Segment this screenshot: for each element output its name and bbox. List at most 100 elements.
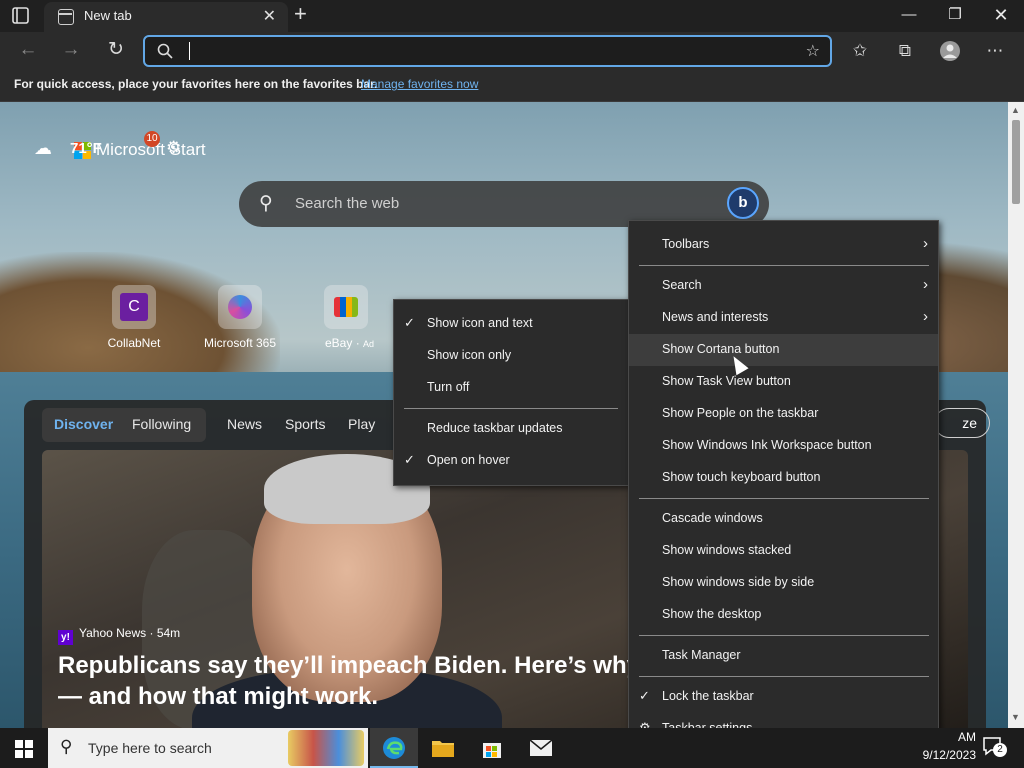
- tab-news[interactable]: News: [227, 416, 262, 432]
- forward-icon[interactable]: →: [59, 39, 83, 63]
- menu-item-label: Show icon only: [427, 348, 512, 362]
- checkmark-icon: ✓: [639, 688, 650, 703]
- quicklink-label: eBay · Ad: [325, 336, 375, 350]
- ad-label: Ad: [363, 339, 375, 349]
- menu-item-show-touch-keyboard[interactable]: Show touch keyboard button: [629, 462, 938, 494]
- menu-item-label: Cascade windows: [662, 511, 763, 525]
- tab-actions-icon[interactable]: [10, 6, 32, 26]
- menu-item-label: Show windows stacked: [662, 543, 792, 557]
- article-source: y! Yahoo News · 54m: [58, 626, 180, 645]
- taskbar-context-menu: Toolbars › Search › News and interests ›…: [628, 220, 939, 753]
- article-headline[interactable]: Republicans say they’ll impeach Biden. H…: [58, 650, 658, 712]
- clock-time: AM: [958, 730, 976, 744]
- menu-item-label: Search: [662, 278, 702, 292]
- menu-item-label: Show touch keyboard button: [662, 470, 821, 484]
- news-interests-submenu: ✓ Show icon and text Show icon only Turn…: [393, 299, 629, 486]
- weather-icon[interactable]: ☁: [34, 138, 64, 160]
- close-window-button[interactable]: ✕: [978, 0, 1024, 32]
- address-input[interactable]: [185, 41, 785, 61]
- tab-following[interactable]: Following: [132, 416, 191, 432]
- bing-chat-icon[interactable]: b: [727, 187, 759, 219]
- menu-item-toolbars[interactable]: Toolbars ›: [629, 229, 938, 261]
- notification-count-badge: 2: [993, 743, 1007, 757]
- windows-taskbar: ⚲ Type here to search AM 9/12/2023 2: [0, 728, 1024, 768]
- menu-item-show-windows-side-by-side[interactable]: Show windows side by side: [629, 567, 938, 599]
- menu-item-turn-off[interactable]: Turn off: [394, 372, 628, 404]
- article-source-text: Yahoo News · 54m: [79, 626, 181, 640]
- quicklink-collabnet[interactable]: C: [112, 285, 156, 329]
- tab-discover[interactable]: Discover: [54, 416, 113, 432]
- system-clock[interactable]: AM 9/12/2023: [912, 730, 976, 762]
- settings-gear-icon[interactable]: ⚙: [166, 138, 181, 158]
- menu-item-label: Turn off: [427, 380, 470, 394]
- search-icon: ⚲: [60, 737, 73, 756]
- manage-favorites-link[interactable]: Manage favorites now: [361, 77, 478, 91]
- taskbar-store[interactable]: [468, 728, 516, 768]
- refresh-icon[interactable]: ↻: [104, 39, 128, 63]
- profile-icon[interactable]: [938, 40, 962, 62]
- back-icon[interactable]: ←: [16, 39, 40, 63]
- notification-center-icon[interactable]: 2: [982, 736, 1007, 758]
- start-button[interactable]: [0, 728, 48, 768]
- menu-item-lock-the-taskbar[interactable]: ✓ Lock the taskbar: [629, 681, 938, 713]
- quicklink-label: Microsoft 365: [203, 336, 277, 350]
- taskbar-search-placeholder: Type here to search: [88, 740, 212, 756]
- browser-toolbar: ← → ↻ ☆ ✩ ⧉ ⋯: [0, 32, 1024, 70]
- tab-sports[interactable]: Sports: [285, 416, 325, 432]
- menu-item-task-manager[interactable]: Task Manager: [629, 640, 938, 672]
- menu-item-label: Show People on the taskbar: [662, 406, 819, 420]
- web-search-placeholder: Search the web: [295, 195, 400, 212]
- menu-item-news-and-interests[interactable]: News and interests ›: [629, 302, 938, 334]
- menu-item-show-icon-only[interactable]: Show icon only: [394, 340, 628, 372]
- menu-item-label: Show Cortana button: [662, 342, 780, 356]
- menu-item-show-icon-and-text[interactable]: ✓ Show icon and text: [394, 308, 628, 340]
- menu-item-show-task-view-button[interactable]: Show Task View button: [629, 366, 938, 398]
- menu-item-reduce-taskbar-updates[interactable]: Reduce taskbar updates: [394, 413, 628, 445]
- taskbar-search-box[interactable]: ⚲ Type here to search: [48, 728, 368, 768]
- menu-item-label: Toolbars: [662, 237, 710, 251]
- add-favorite-icon[interactable]: ☆: [806, 41, 820, 61]
- menu-item-search[interactable]: Search ›: [629, 270, 938, 302]
- checkmark-icon: ✓: [404, 315, 415, 330]
- taskbar-mail[interactable]: [517, 728, 565, 768]
- scroll-down-icon[interactable]: ▼: [1011, 712, 1020, 722]
- search-icon: ⚲: [259, 193, 273, 214]
- menu-item-show-people[interactable]: Show People on the taskbar: [629, 398, 938, 430]
- favorites-icon[interactable]: ✩: [848, 40, 872, 62]
- text-caret: [189, 42, 190, 60]
- menu-separator: [639, 635, 929, 636]
- scroll-thumb[interactable]: [1012, 120, 1020, 204]
- menu-item-show-ink-workspace[interactable]: Show Windows Ink Workspace button: [629, 430, 938, 462]
- tab-play[interactable]: Play: [348, 416, 375, 432]
- menu-item-cascade-windows[interactable]: Cascade windows: [629, 503, 938, 535]
- quicklink-microsoft-365[interactable]: [218, 285, 262, 329]
- tab-new-tab[interactable]: New tab ✕: [44, 2, 288, 32]
- menu-item-label: Show Task View button: [662, 374, 791, 388]
- notification-badge[interactable]: 10: [144, 131, 160, 147]
- collections-icon[interactable]: ⧉: [893, 40, 917, 62]
- scroll-up-icon[interactable]: ▲: [1011, 105, 1020, 115]
- restore-button[interactable]: ❐: [932, 0, 978, 32]
- menu-item-label: News and interests: [662, 310, 769, 324]
- ebay-icon: [334, 297, 358, 317]
- more-options-icon[interactable]: ⋯: [983, 40, 1007, 62]
- collabnet-icon: C: [120, 293, 148, 321]
- menu-item-open-on-hover[interactable]: ✓ Open on hover: [394, 445, 628, 477]
- search-highlight-image: [288, 730, 364, 766]
- menu-item-show-cortana-button[interactable]: Show Cortana button: [629, 334, 938, 366]
- taskbar-file-explorer[interactable]: [419, 728, 467, 768]
- minimize-button[interactable]: —: [886, 0, 932, 32]
- folder-icon: [432, 741, 454, 757]
- close-tab-icon[interactable]: ✕: [263, 6, 276, 26]
- quicklink-ebay[interactable]: [324, 285, 368, 329]
- new-tab-button[interactable]: +: [294, 3, 307, 25]
- menu-separator: [639, 676, 929, 677]
- quicklink-label-text: eBay: [325, 336, 353, 350]
- personalize-button[interactable]: ze: [934, 408, 990, 438]
- vertical-scrollbar[interactable]: ▲ ▼: [1008, 102, 1024, 728]
- menu-item-show-windows-stacked[interactable]: Show windows stacked: [629, 535, 938, 567]
- taskbar-edge[interactable]: [370, 728, 418, 768]
- address-bar[interactable]: ☆: [143, 35, 832, 67]
- menu-item-label: Task Manager: [662, 648, 741, 662]
- menu-item-show-the-desktop[interactable]: Show the desktop: [629, 599, 938, 631]
